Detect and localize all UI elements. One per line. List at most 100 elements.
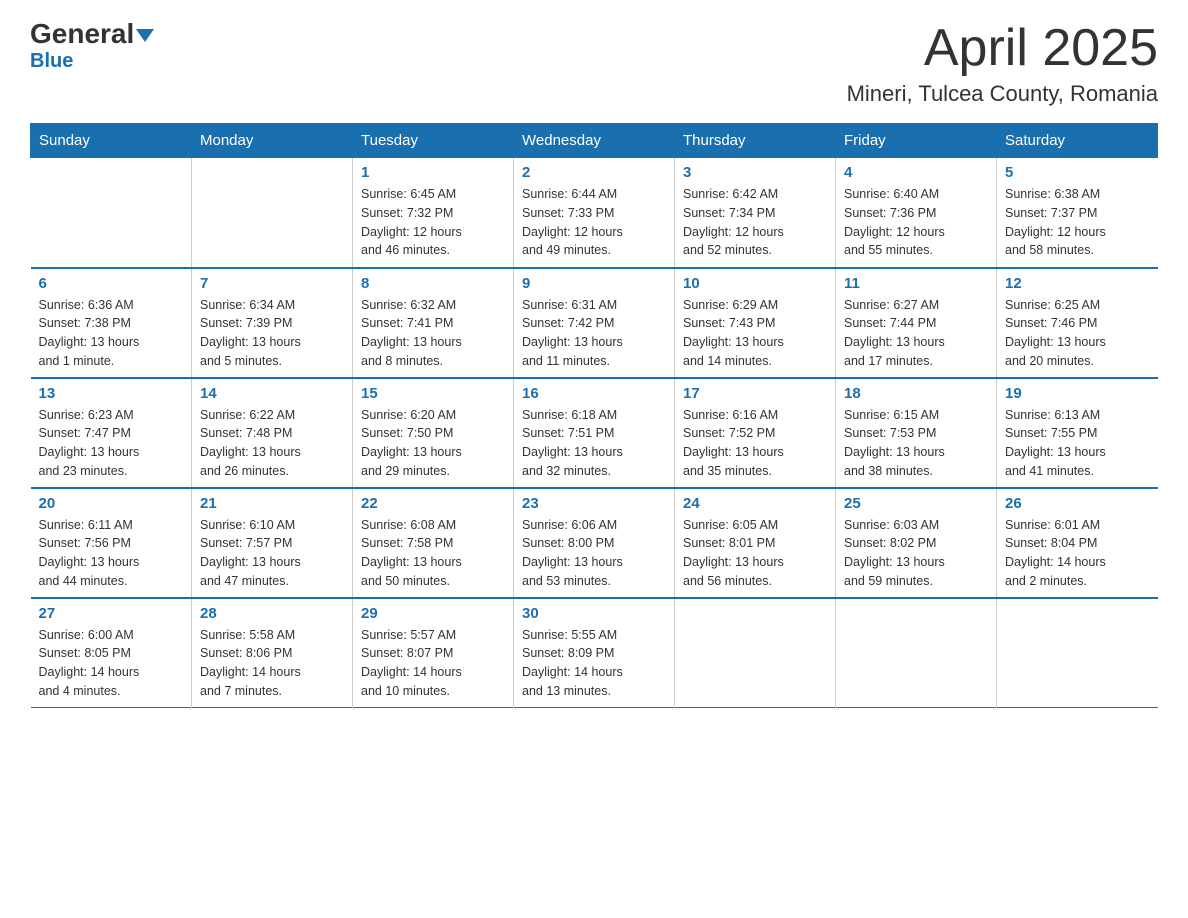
calendar-cell xyxy=(675,598,836,708)
day-info: Sunrise: 6:00 AMSunset: 8:05 PMDaylight:… xyxy=(39,626,184,701)
header: General Blue April 2025 Mineri, Tulcea C… xyxy=(30,20,1158,107)
calendar-cell: 19Sunrise: 6:13 AMSunset: 7:55 PMDayligh… xyxy=(997,378,1158,488)
logo-general: General xyxy=(30,18,134,49)
calendar-cell: 3 Sunrise: 6:42 AMSunset: 7:34 PMDaylight… xyxy=(675,158,836,268)
calendar-week-1: 1 Sunrise: 6:45 AMSunset: 7:32 PMDaylight… xyxy=(31,158,1158,268)
day-number: 14 xyxy=(200,385,344,402)
day-number: 27 xyxy=(39,605,184,622)
day-info: Sunrise: 6:42 AMSunset: 7:34 PMDaylight:… xyxy=(683,185,827,260)
calendar-cell: 10Sunrise: 6:29 AMSunset: 7:43 PMDayligh… xyxy=(675,268,836,378)
weekday-header-row: Sunday Monday Tuesday Wednesday Thursday… xyxy=(31,124,1158,158)
day-number: 15 xyxy=(361,385,505,402)
calendar-week-5: 27 Sunrise: 6:00 AMSunset: 8:05 PMDayligh… xyxy=(31,598,1158,708)
day-number: 12 xyxy=(1005,275,1150,292)
day-info: Sunrise: 6:11 AMSunset: 7:56 PMDaylight:… xyxy=(39,516,184,591)
day-number: 13 xyxy=(39,385,184,402)
day-info: Sunrise: 6:10 AMSunset: 7:57 PMDaylight:… xyxy=(200,516,344,591)
day-info: Sunrise: 6:06 AMSunset: 8:00 PMDaylight:… xyxy=(522,516,666,591)
calendar-week-3: 13 Sunrise: 6:23 AMSunset: 7:47 PMDayligh… xyxy=(31,378,1158,488)
day-info: Sunrise: 6:20 AMSunset: 7:50 PMDaylight:… xyxy=(361,406,505,481)
calendar-cell: 26Sunrise: 6:01 AMSunset: 8:04 PMDayligh… xyxy=(997,488,1158,598)
calendar-cell: 9 Sunrise: 6:31 AMSunset: 7:42 PMDaylight… xyxy=(514,268,675,378)
day-number: 11 xyxy=(844,275,988,292)
calendar-cell: 5Sunrise: 6:38 AMSunset: 7:37 PMDaylight… xyxy=(997,158,1158,268)
calendar-cell: 16Sunrise: 6:18 AMSunset: 7:51 PMDayligh… xyxy=(514,378,675,488)
day-info: Sunrise: 6:05 AMSunset: 8:01 PMDaylight:… xyxy=(683,516,827,591)
day-number: 30 xyxy=(522,605,666,622)
calendar-subtitle: Mineri, Tulcea County, Romania xyxy=(847,81,1158,107)
day-number: 28 xyxy=(200,605,344,622)
header-thursday: Thursday xyxy=(675,124,836,158)
day-number: 21 xyxy=(200,495,344,512)
day-info: Sunrise: 6:34 AMSunset: 7:39 PMDaylight:… xyxy=(200,296,344,371)
calendar-cell: 22Sunrise: 6:08 AMSunset: 7:58 PMDayligh… xyxy=(353,488,514,598)
day-number: 25 xyxy=(844,495,988,512)
logo-area: General Blue xyxy=(30,20,154,73)
day-number: 23 xyxy=(522,495,666,512)
day-number: 8 xyxy=(361,275,505,292)
title-area: April 2025 Mineri, Tulcea County, Romani… xyxy=(847,20,1158,107)
calendar-cell: 11 Sunrise: 6:27 AMSunset: 7:44 PMDayligh… xyxy=(836,268,997,378)
calendar-cell: 1 Sunrise: 6:45 AMSunset: 7:32 PMDaylight… xyxy=(353,158,514,268)
day-info: Sunrise: 6:31 AMSunset: 7:42 PMDaylight:… xyxy=(522,296,666,371)
calendar-cell: 14 Sunrise: 6:22 AMSunset: 7:48 PMDayligh… xyxy=(192,378,353,488)
calendar-cell: 30 Sunrise: 5:55 AMSunset: 8:09 PMDayligh… xyxy=(514,598,675,708)
calendar-cell: 18 Sunrise: 6:15 AMSunset: 7:53 PMDayligh… xyxy=(836,378,997,488)
day-info: Sunrise: 6:13 AMSunset: 7:55 PMDaylight:… xyxy=(1005,406,1150,481)
day-number: 1 xyxy=(361,164,505,181)
day-info: Sunrise: 5:57 AMSunset: 8:07 PMDaylight:… xyxy=(361,626,505,701)
day-info: Sunrise: 6:23 AMSunset: 7:47 PMDaylight:… xyxy=(39,406,184,481)
day-info: Sunrise: 6:01 AMSunset: 8:04 PMDaylight:… xyxy=(1005,516,1150,591)
calendar-week-2: 6Sunrise: 6:36 AMSunset: 7:38 PMDaylight… xyxy=(31,268,1158,378)
day-info: Sunrise: 6:03 AMSunset: 8:02 PMDaylight:… xyxy=(844,516,988,591)
calendar-cell: 12 Sunrise: 6:25 AMSunset: 7:46 PMDayligh… xyxy=(997,268,1158,378)
calendar-cell xyxy=(836,598,997,708)
day-number: 22 xyxy=(361,495,505,512)
header-friday: Friday xyxy=(836,124,997,158)
day-info: Sunrise: 6:27 AMSunset: 7:44 PMDaylight:… xyxy=(844,296,988,371)
day-number: 24 xyxy=(683,495,827,512)
day-number: 2 xyxy=(522,164,666,181)
day-info: Sunrise: 6:40 AMSunset: 7:36 PMDaylight:… xyxy=(844,185,988,260)
day-info: Sunrise: 6:25 AMSunset: 7:46 PMDaylight:… xyxy=(1005,296,1150,371)
day-number: 18 xyxy=(844,385,988,402)
day-info: Sunrise: 6:44 AMSunset: 7:33 PMDaylight:… xyxy=(522,185,666,260)
header-tuesday: Tuesday xyxy=(353,124,514,158)
day-info: Sunrise: 5:58 AMSunset: 8:06 PMDaylight:… xyxy=(200,626,344,701)
calendar-title: April 2025 xyxy=(847,20,1158,77)
day-number: 5 xyxy=(1005,164,1150,181)
calendar-cell: 25 Sunrise: 6:03 AMSunset: 8:02 PMDayligh… xyxy=(836,488,997,598)
day-info: Sunrise: 6:45 AMSunset: 7:32 PMDaylight:… xyxy=(361,185,505,260)
header-monday: Monday xyxy=(192,124,353,158)
day-info: Sunrise: 6:22 AMSunset: 7:48 PMDaylight:… xyxy=(200,406,344,481)
header-saturday: Saturday xyxy=(997,124,1158,158)
calendar-cell: 4 Sunrise: 6:40 AMSunset: 7:36 PMDaylight… xyxy=(836,158,997,268)
day-info: Sunrise: 6:18 AMSunset: 7:51 PMDaylight:… xyxy=(522,406,666,481)
calendar-cell: 23 Sunrise: 6:06 AMSunset: 8:00 PMDayligh… xyxy=(514,488,675,598)
logo-triangle-icon xyxy=(136,29,154,42)
day-number: 6 xyxy=(39,275,184,292)
calendar-cell: 21 Sunrise: 6:10 AMSunset: 7:57 PMDayligh… xyxy=(192,488,353,598)
calendar-cell: 8Sunrise: 6:32 AMSunset: 7:41 PMDaylight… xyxy=(353,268,514,378)
calendar-cell xyxy=(192,158,353,268)
day-number: 7 xyxy=(200,275,344,292)
header-sunday: Sunday xyxy=(31,124,192,158)
day-info: Sunrise: 5:55 AMSunset: 8:09 PMDaylight:… xyxy=(522,626,666,701)
day-number: 3 xyxy=(683,164,827,181)
calendar-cell xyxy=(31,158,192,268)
day-info: Sunrise: 6:15 AMSunset: 7:53 PMDaylight:… xyxy=(844,406,988,481)
calendar-week-4: 20Sunrise: 6:11 AMSunset: 7:56 PMDayligh… xyxy=(31,488,1158,598)
calendar-cell: 17Sunrise: 6:16 AMSunset: 7:52 PMDayligh… xyxy=(675,378,836,488)
calendar-cell: 24 Sunrise: 6:05 AMSunset: 8:01 PMDayligh… xyxy=(675,488,836,598)
calendar-cell: 7 Sunrise: 6:34 AMSunset: 7:39 PMDaylight… xyxy=(192,268,353,378)
day-number: 17 xyxy=(683,385,827,402)
calendar-cell: 15 Sunrise: 6:20 AMSunset: 7:50 PMDayligh… xyxy=(353,378,514,488)
day-number: 29 xyxy=(361,605,505,622)
calendar-cell: 28 Sunrise: 5:58 AMSunset: 8:06 PMDayligh… xyxy=(192,598,353,708)
calendar-cell: 2 Sunrise: 6:44 AMSunset: 7:33 PMDaylight… xyxy=(514,158,675,268)
day-number: 4 xyxy=(844,164,988,181)
day-number: 10 xyxy=(683,275,827,292)
day-number: 9 xyxy=(522,275,666,292)
calendar-cell: 27 Sunrise: 6:00 AMSunset: 8:05 PMDayligh… xyxy=(31,598,192,708)
calendar-cell: 13 Sunrise: 6:23 AMSunset: 7:47 PMDayligh… xyxy=(31,378,192,488)
